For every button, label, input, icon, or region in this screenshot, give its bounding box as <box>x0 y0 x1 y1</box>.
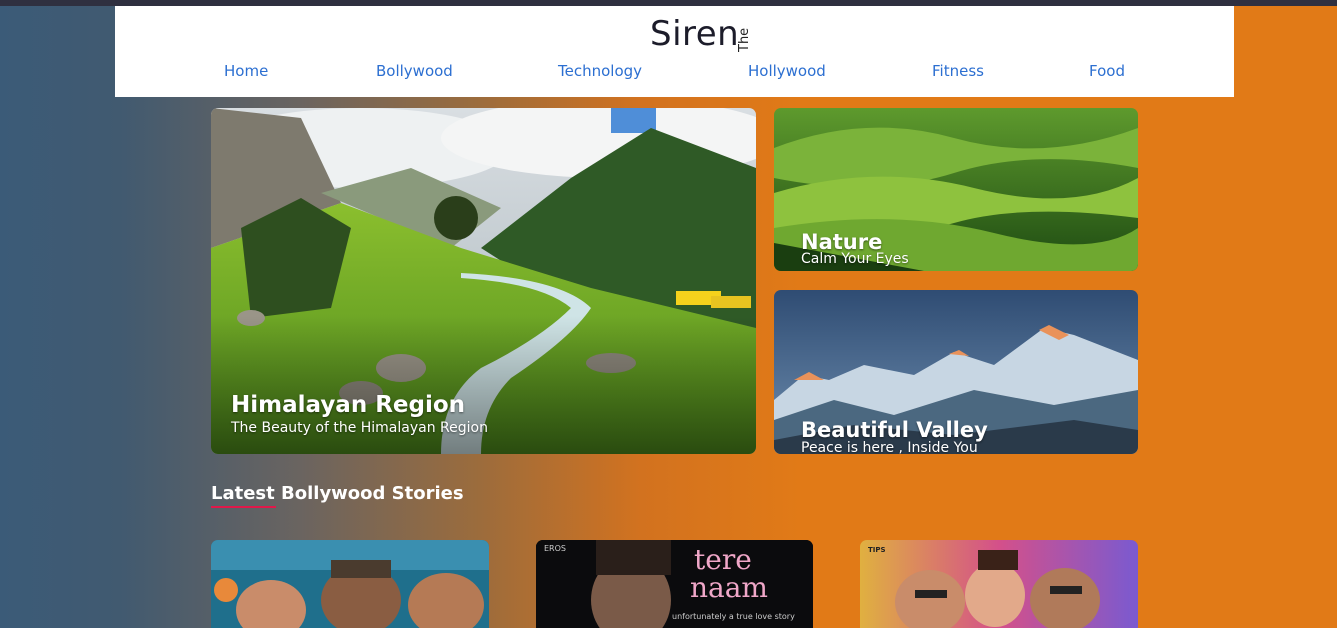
nature-subtitle: Calm Your Eyes <box>801 251 909 267</box>
hero-main-subtitle: The Beauty of the Himalayan Region <box>231 420 488 436</box>
site-header: The Siren Home Bollywood Technology Holl… <box>115 6 1234 97</box>
section-title-latest-bollywood: Latest Bollywood Stories <box>211 483 464 504</box>
nav-link-technology[interactable]: Technology <box>558 62 642 80</box>
story-3-brand: TIPS <box>868 546 886 554</box>
section-title-underline <box>211 506 276 508</box>
hero-card-valley[interactable]: Beautiful Valley Peace is here , Inside … <box>774 290 1138 454</box>
nav-link-food[interactable]: Food <box>1089 62 1125 80</box>
nav-link-fitness[interactable]: Fitness <box>932 62 984 80</box>
story-2-title-line1: tere <box>694 543 752 576</box>
story-2-brand: EROS <box>544 544 566 553</box>
nav-link-bollywood[interactable]: Bollywood <box>376 62 453 80</box>
logo-the-text: The <box>737 27 752 52</box>
story-card-2[interactable]: EROS tere naam unfortunately a true love… <box>536 540 813 628</box>
hero-card-himalayan[interactable]: Himalayan Region The Beauty of the Himal… <box>211 108 756 454</box>
logo-title[interactable]: Siren <box>650 14 739 54</box>
story-card-1[interactable] <box>211 540 489 628</box>
valley-subtitle: Peace is here , Inside You <box>801 440 978 454</box>
story-1-poster <box>211 540 489 628</box>
story-3-poster <box>860 540 1138 628</box>
story-card-3[interactable]: TIPS <box>860 540 1138 628</box>
nav-link-hollywood[interactable]: Hollywood <box>748 62 826 80</box>
hero-main-title: Himalayan Region <box>231 392 466 418</box>
valley-title: Beautiful Valley <box>801 418 988 442</box>
story-2-tagline: unfortunately a true love story <box>672 612 795 621</box>
hero-card-nature[interactable]: Nature Calm Your Eyes <box>774 108 1138 271</box>
story-2-title-line2: naam <box>690 571 768 604</box>
nav-link-home[interactable]: Home <box>224 62 268 80</box>
